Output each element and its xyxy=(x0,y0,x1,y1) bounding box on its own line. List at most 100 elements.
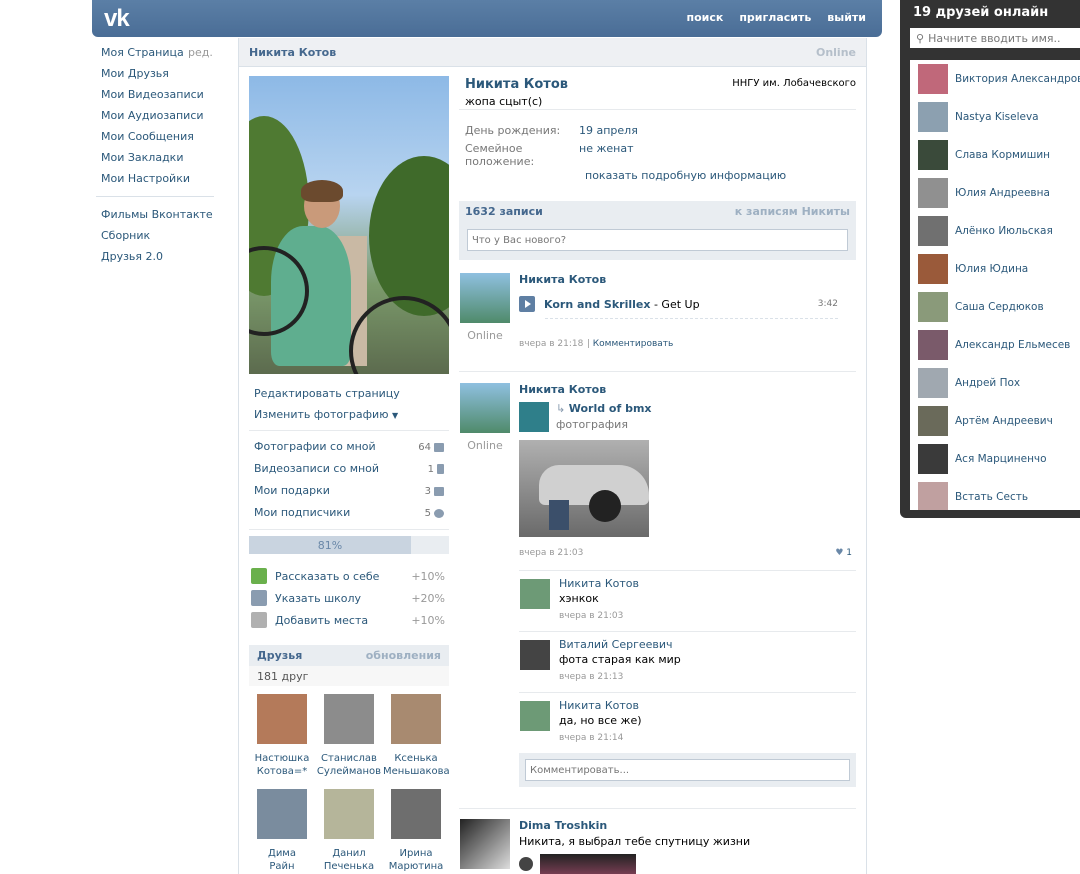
menu-my-videos[interactable]: Мои Видеозаписи xyxy=(96,87,216,108)
menu-app-films[interactable]: Фильмы Вконтакте xyxy=(96,207,216,228)
post-text: Никита, я выбрал тебе спутницу жизни xyxy=(519,835,751,848)
stat-followers[interactable]: Мои подписчики 5 xyxy=(249,502,449,524)
comment-avatar[interactable] xyxy=(520,701,550,731)
profile-name: Никита Котов xyxy=(465,77,569,92)
post-author-avatar[interactable] xyxy=(460,273,510,323)
wall-post-input[interactable] xyxy=(467,229,848,251)
repost-arrow-icon: ↳ xyxy=(556,402,566,415)
menu-edit-link[interactable]: ред. xyxy=(188,45,213,61)
gift-icon xyxy=(434,486,444,496)
post-author-avatar[interactable] xyxy=(460,819,510,869)
stat-photos-with-me[interactable]: Фотографии со мной 64 xyxy=(249,436,449,458)
info-value[interactable]: 19 апреля xyxy=(579,124,638,142)
tip-school[interactable]: Указать школу +20% xyxy=(249,587,449,609)
menu-my-friends[interactable]: Мои Друзья xyxy=(96,66,216,87)
online-friend[interactable]: Слава Кормишин xyxy=(910,136,1080,174)
comment-input[interactable] xyxy=(525,759,850,781)
online-friend[interactable]: Александр Ельмесев xyxy=(910,326,1080,364)
online-friend[interactable]: Nastya Kiseleva xyxy=(910,98,1080,136)
menu-my-settings[interactable]: Мои Настройки xyxy=(96,171,216,192)
wall-link[interactable]: к записям Никиты xyxy=(735,205,850,219)
online-friend[interactable]: Встать Сесть xyxy=(910,478,1080,510)
friend-card[interactable]: Ирина Марютина xyxy=(383,789,449,874)
comment-box xyxy=(519,753,856,787)
menu-my-page[interactable]: Моя Страница ред. xyxy=(96,45,216,66)
stat-videos-with-me[interactable]: Видеозаписи со мной 1 xyxy=(249,458,449,480)
info-row-birthday: День рождения: 19 апреля xyxy=(459,124,856,142)
online-friend[interactable]: Виктория Александрова xyxy=(910,60,1080,98)
menu-app-collection[interactable]: Сборник xyxy=(96,228,216,249)
online-friend[interactable]: Юлия Андреевна xyxy=(910,174,1080,212)
menu-my-audio[interactable]: Мои Аудиозаписи xyxy=(96,108,216,129)
friend-card[interactable]: Данил Печенька xyxy=(316,789,382,874)
online-friend[interactable]: Ася Марциненчо xyxy=(910,440,1080,478)
group-name[interactable]: World of bmx xyxy=(569,402,652,415)
online-friend-avatar xyxy=(918,444,948,474)
post-author-name[interactable]: Dima Troshkin xyxy=(519,819,856,832)
comment-author[interactable]: Никита Котов xyxy=(559,699,642,712)
play-icon[interactable] xyxy=(519,296,535,312)
comment-avatar[interactable] xyxy=(520,579,550,609)
like-count: 1 xyxy=(846,548,852,558)
post-photo[interactable] xyxy=(519,440,649,537)
friends-count[interactable]: 181 друг xyxy=(249,666,449,686)
menu-my-bookmarks[interactable]: Мои Закладки xyxy=(96,150,216,171)
change-photo-link[interactable]: Изменить фотографию ▼ xyxy=(249,404,449,425)
online-friends-search[interactable]: ⚲ Начните вводить имя.. xyxy=(910,28,1080,48)
online-friend[interactable]: Саша Сердюков xyxy=(910,288,1080,326)
group-avatar[interactable] xyxy=(519,402,549,432)
show-more-info-link[interactable]: показать подробную информацию xyxy=(585,169,856,185)
vk-logo[interactable]: vk xyxy=(104,5,130,33)
friend-card[interactable]: Станислав Сулейманов xyxy=(316,694,382,789)
friend-card[interactable]: Настюшка Котова=* xyxy=(249,694,315,789)
comment-author[interactable]: Никита Котов xyxy=(559,577,639,590)
friend-card[interactable]: Дима Райн xyxy=(249,789,315,874)
post-time[interactable]: вчера в 21:03 xyxy=(519,548,583,564)
nav-invite-link[interactable]: пригласить xyxy=(739,11,811,24)
comment-link[interactable]: Комментировать xyxy=(593,339,674,349)
friends-title[interactable]: Друзья xyxy=(257,649,302,662)
friends-grid: Настюшка Котова=* Станислав Сулейманов К… xyxy=(249,694,450,874)
nav-logout-link[interactable]: выйти xyxy=(827,11,866,24)
post-time[interactable]: вчера в 21:18 xyxy=(519,339,583,349)
online-friend[interactable]: Андрей Пох xyxy=(910,364,1080,402)
comment-time[interactable]: вчера в 21:03 xyxy=(559,611,639,621)
friend-card[interactable]: Ксенька Меньшакова xyxy=(383,694,450,789)
nav-search-link[interactable]: поиск xyxy=(686,11,723,24)
menu-my-messages[interactable]: Мои Сообщения xyxy=(96,129,216,150)
tip-about-me[interactable]: Рассказать о себе +10% xyxy=(249,565,449,587)
stat-gifts[interactable]: Мои подарки 3 xyxy=(249,480,449,502)
menu-app-friends2[interactable]: Друзья 2.0 xyxy=(96,249,216,270)
online-friend-name: Андрей Пох xyxy=(955,377,1021,389)
menu-divider xyxy=(96,196,214,197)
tip-percent: +10% xyxy=(411,569,445,583)
attachment-avatar[interactable] xyxy=(519,857,533,871)
comment-avatar[interactable] xyxy=(520,640,550,670)
audio-artist[interactable]: Korn and Skrillex xyxy=(544,298,650,311)
comment-time[interactable]: вчера в 21:13 xyxy=(559,672,681,682)
edit-page-link[interactable]: Редактировать страницу xyxy=(249,383,449,404)
tip-places[interactable]: Добавить места +10% xyxy=(249,609,449,631)
profile-status[interactable]: жопа сцыт(с) xyxy=(465,95,542,108)
post-author-name[interactable]: Никита Котов xyxy=(519,273,856,286)
search-placeholder: Начните вводить имя.. xyxy=(928,31,1061,45)
repost-source: ↳ World of bmx фотография xyxy=(519,402,856,434)
post-author-name[interactable]: Никита Котов xyxy=(519,383,856,396)
like-button[interactable]: ♥ 1 xyxy=(835,548,856,564)
online-friend[interactable]: Алёнко Июльская xyxy=(910,212,1080,250)
comment-author[interactable]: Виталий Сергеевич xyxy=(559,638,681,651)
info-key: День рождения: xyxy=(465,124,561,137)
profile-photo[interactable] xyxy=(249,76,449,374)
wall-count[interactable]: 1632 записи xyxy=(465,205,543,219)
profile-university[interactable]: ННГУ им. Лобачевского xyxy=(732,78,856,89)
online-friend[interactable]: Артём Андреевич xyxy=(910,402,1080,440)
online-friend[interactable]: Юлия Юдина xyxy=(910,250,1080,288)
comment-time[interactable]: вчера в 21:14 xyxy=(559,733,642,743)
photo-wheel xyxy=(589,490,621,522)
post-author-avatar[interactable] xyxy=(460,383,510,433)
friends-updates-link[interactable]: обновления xyxy=(366,649,441,662)
info-value[interactable]: не женат xyxy=(579,142,633,160)
comment-text: фота старая как мир xyxy=(559,653,681,666)
attachment-photo[interactable] xyxy=(540,854,636,874)
comment: Никита Котов да, но все же) вчера в 21:1… xyxy=(519,692,856,753)
